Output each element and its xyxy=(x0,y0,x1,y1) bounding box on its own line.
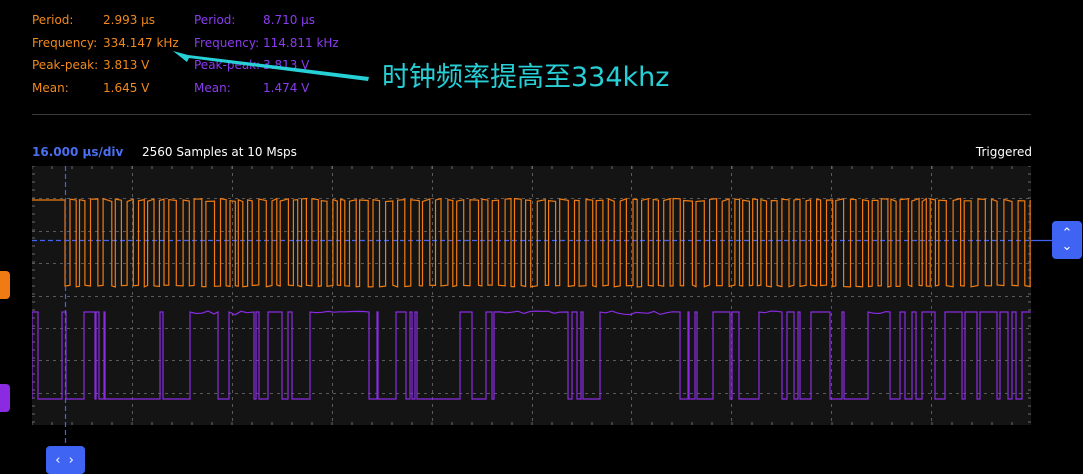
annotation-text: 时钟频率提高至334khz xyxy=(382,62,670,93)
channel1-waveform xyxy=(32,197,1031,288)
ch1-period: Period: 2.993 μs xyxy=(32,13,156,27)
horizontal-scroll-button[interactable]: ‹ › xyxy=(46,446,85,474)
channel1-measurements: Period: 2.993 μs Frequency: 334.147 kHz Pe… xyxy=(32,9,179,99)
waveform-plot xyxy=(32,166,1031,425)
ch1-mean: Mean: 1.645 V xyxy=(32,80,150,95)
timebase-label[interactable]: 16.000 μs/div xyxy=(32,144,123,160)
scope-display[interactable] xyxy=(32,166,1031,425)
chevron-left-right-icon: ‹ › xyxy=(55,452,76,468)
ch2-mean: Mean: 1.474 V xyxy=(194,80,310,95)
ch2-peak-peak: Peak-peak: 3.813 V xyxy=(194,58,310,72)
ch1-peak-peak: Peak-peak: 3.813 V xyxy=(32,58,150,72)
channel1-level-marker[interactable] xyxy=(0,271,10,299)
ch2-period: Period: 8.710 μs xyxy=(194,13,316,27)
divider xyxy=(32,114,1031,115)
chevron-down-icon: ⌄ xyxy=(1061,239,1073,254)
vertical-scroll-button[interactable]: ⌃ ⌄ xyxy=(1052,221,1082,259)
channel2-measurements: Period: 8.710 μs Frequency: 114.811 kHz Pe… xyxy=(194,9,339,99)
channel2-level-marker[interactable] xyxy=(0,384,10,412)
ch1-frequency: Frequency: 334.147 kHz xyxy=(32,35,179,50)
sample-info: 2560 Samples at 10 Msps xyxy=(142,145,297,159)
channel2-waveform xyxy=(32,310,1031,400)
ch2-frequency: Frequency: 114.811 kHz xyxy=(194,35,339,50)
trigger-status: Triggered xyxy=(975,145,1032,159)
